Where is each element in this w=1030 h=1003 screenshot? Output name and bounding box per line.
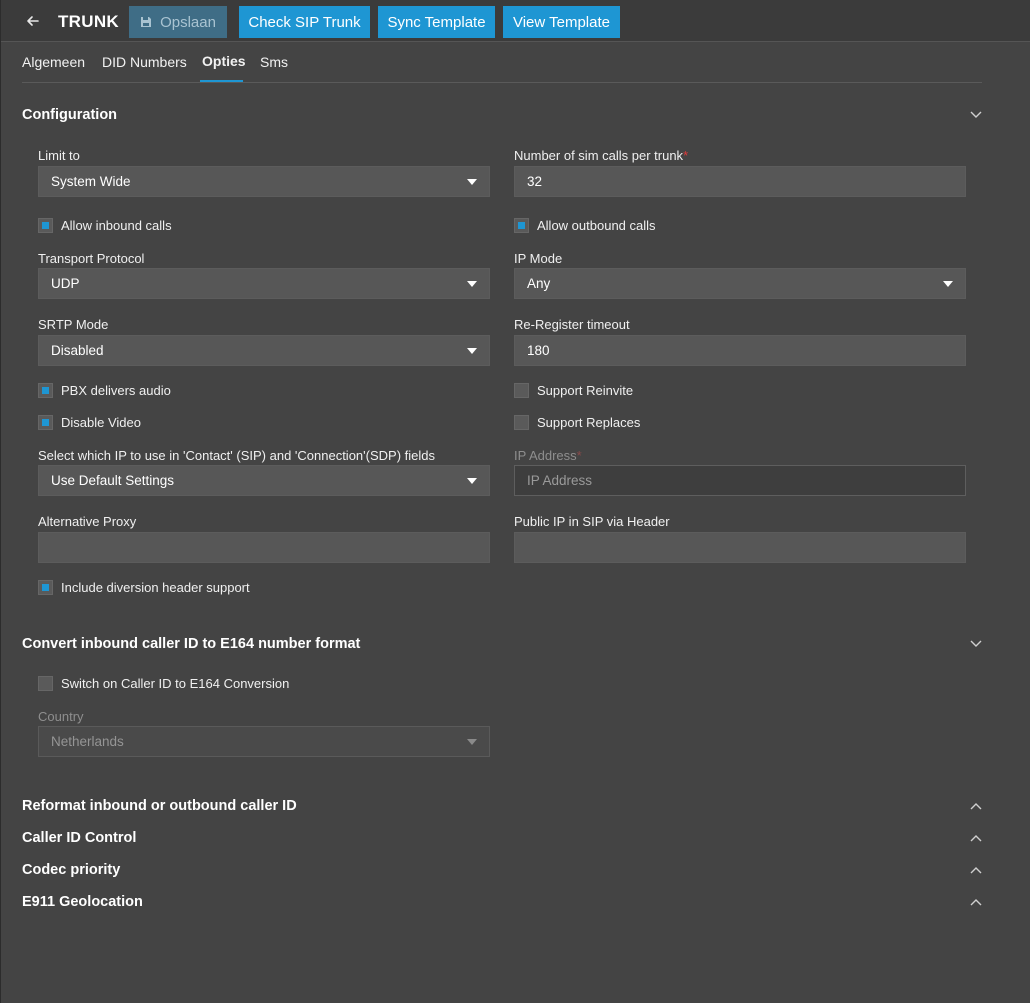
e164-switch-label: Switch on Caller ID to E164 Conversion bbox=[61, 676, 290, 691]
page-title: TRUNK bbox=[58, 12, 119, 31]
tab-did-numbers[interactable]: DID Numbers bbox=[102, 54, 187, 70]
tab-algemeen[interactable]: Algemeen bbox=[22, 54, 85, 70]
alternative-proxy-input[interactable] bbox=[38, 532, 490, 563]
tab-bar: Algemeen DID Numbers Opties Sms bbox=[22, 42, 982, 83]
caret-down-icon bbox=[943, 281, 953, 287]
section-e164-title[interactable]: Convert inbound caller ID to E164 number… bbox=[22, 636, 360, 652]
contact-ip-select[interactable]: Use Default Settings bbox=[38, 465, 490, 496]
contact-ip-value: Use Default Settings bbox=[51, 473, 175, 488]
support-reinvite-label: Support Reinvite bbox=[537, 383, 634, 398]
transport-protocol-value: UDP bbox=[51, 276, 80, 291]
public-ip-input[interactable] bbox=[514, 532, 966, 563]
section-caller-id-control-title[interactable]: Caller ID Control bbox=[22, 830, 136, 846]
srtp-mode-label: SRTP Mode bbox=[38, 317, 109, 332]
ip-mode-select[interactable]: Any bbox=[514, 268, 966, 299]
section-codec-priority-title[interactable]: Codec priority bbox=[22, 862, 120, 878]
app-frame: TRUNK Opslaan Check SIP Trunk Sync Templ… bbox=[0, 0, 1030, 1003]
caret-down-icon bbox=[467, 739, 477, 745]
ip-address-label: IP Address* bbox=[514, 448, 582, 463]
support-replaces-checkbox[interactable] bbox=[514, 415, 529, 430]
view-template-button[interactable]: View Template bbox=[503, 6, 620, 38]
e164-switch-checkbox[interactable] bbox=[38, 676, 53, 691]
support-reinvite-checkbox[interactable] bbox=[514, 383, 529, 398]
transport-protocol-label: Transport Protocol bbox=[38, 251, 145, 266]
reregister-timeout-label: Re-Register timeout bbox=[514, 317, 630, 332]
sim-calls-value: 32 bbox=[527, 174, 543, 189]
allow-outbound-label: Allow outbound calls bbox=[537, 218, 656, 233]
diversion-header-label: Include diversion header support bbox=[61, 580, 250, 595]
caret-down-icon bbox=[467, 281, 477, 287]
chevron-down-icon[interactable] bbox=[969, 639, 983, 649]
reregister-timeout-input[interactable]: 180 bbox=[514, 335, 966, 366]
save-button[interactable]: Opslaan bbox=[129, 6, 227, 38]
support-replaces-label: Support Replaces bbox=[537, 415, 641, 430]
srtp-mode-value: Disabled bbox=[51, 343, 104, 358]
limit-to-label: Limit to bbox=[38, 148, 80, 163]
ip-address-input[interactable]: IP Address bbox=[514, 465, 966, 496]
allow-outbound-checkbox[interactable] bbox=[514, 218, 529, 233]
sim-calls-input[interactable]: 32 bbox=[514, 166, 966, 197]
transport-protocol-select[interactable]: UDP bbox=[38, 268, 490, 299]
back-arrow-icon[interactable] bbox=[23, 11, 43, 31]
section-configuration-title[interactable]: Configuration bbox=[22, 107, 117, 123]
chevron-up-icon[interactable] bbox=[969, 833, 983, 843]
ip-mode-label: IP Mode bbox=[514, 251, 563, 266]
limit-to-select[interactable]: System Wide bbox=[38, 166, 490, 197]
limit-to-value: System Wide bbox=[51, 174, 131, 189]
contact-ip-label: Select which IP to use in 'Contact' (SIP… bbox=[38, 448, 435, 463]
allow-inbound-label: Allow inbound calls bbox=[61, 218, 172, 233]
alternative-proxy-label: Alternative Proxy bbox=[38, 514, 137, 529]
pbx-delivers-audio-label: PBX delivers audio bbox=[61, 383, 171, 398]
chevron-up-icon[interactable] bbox=[969, 865, 983, 875]
sync-template-button[interactable]: Sync Template bbox=[378, 6, 495, 38]
chevron-up-icon[interactable] bbox=[969, 897, 983, 907]
active-tab-indicator bbox=[200, 80, 243, 82]
tab-sms[interactable]: Sms bbox=[260, 54, 288, 70]
chevron-up-icon[interactable] bbox=[969, 801, 983, 811]
section-reformat-caller-id-title[interactable]: Reformat inbound or outbound caller ID bbox=[22, 798, 297, 814]
country-label: Country bbox=[38, 709, 84, 724]
tab-opties[interactable]: Opties bbox=[202, 53, 246, 69]
disable-video-label: Disable Video bbox=[61, 415, 141, 430]
sim-calls-label: Number of sim calls per trunk* bbox=[514, 148, 689, 163]
ip-address-placeholder: IP Address bbox=[527, 473, 593, 488]
country-value: Netherlands bbox=[51, 734, 124, 749]
pbx-delivers-audio-checkbox[interactable] bbox=[38, 383, 53, 398]
public-ip-label: Public IP in SIP via Header bbox=[514, 514, 670, 529]
ip-mode-value: Any bbox=[527, 276, 551, 291]
caret-down-icon bbox=[467, 478, 477, 484]
srtp-mode-select[interactable]: Disabled bbox=[38, 335, 490, 366]
diversion-header-checkbox[interactable] bbox=[38, 580, 53, 595]
floppy-disk-icon bbox=[141, 17, 152, 27]
reregister-timeout-value: 180 bbox=[527, 343, 550, 358]
section-e911-geolocation-title[interactable]: E911 Geolocation bbox=[22, 894, 143, 910]
caret-down-icon bbox=[467, 348, 477, 354]
allow-inbound-checkbox[interactable] bbox=[38, 218, 53, 233]
caret-down-icon bbox=[467, 179, 477, 185]
check-sip-trunk-button[interactable]: Check SIP Trunk bbox=[239, 6, 370, 38]
country-select[interactable]: Netherlands bbox=[38, 726, 490, 757]
top-bar: TRUNK Opslaan Check SIP Trunk Sync Templ… bbox=[1, 0, 1030, 42]
save-button-label: Opslaan bbox=[160, 13, 216, 31]
disable-video-checkbox[interactable] bbox=[38, 415, 53, 430]
chevron-down-icon[interactable] bbox=[969, 110, 983, 120]
